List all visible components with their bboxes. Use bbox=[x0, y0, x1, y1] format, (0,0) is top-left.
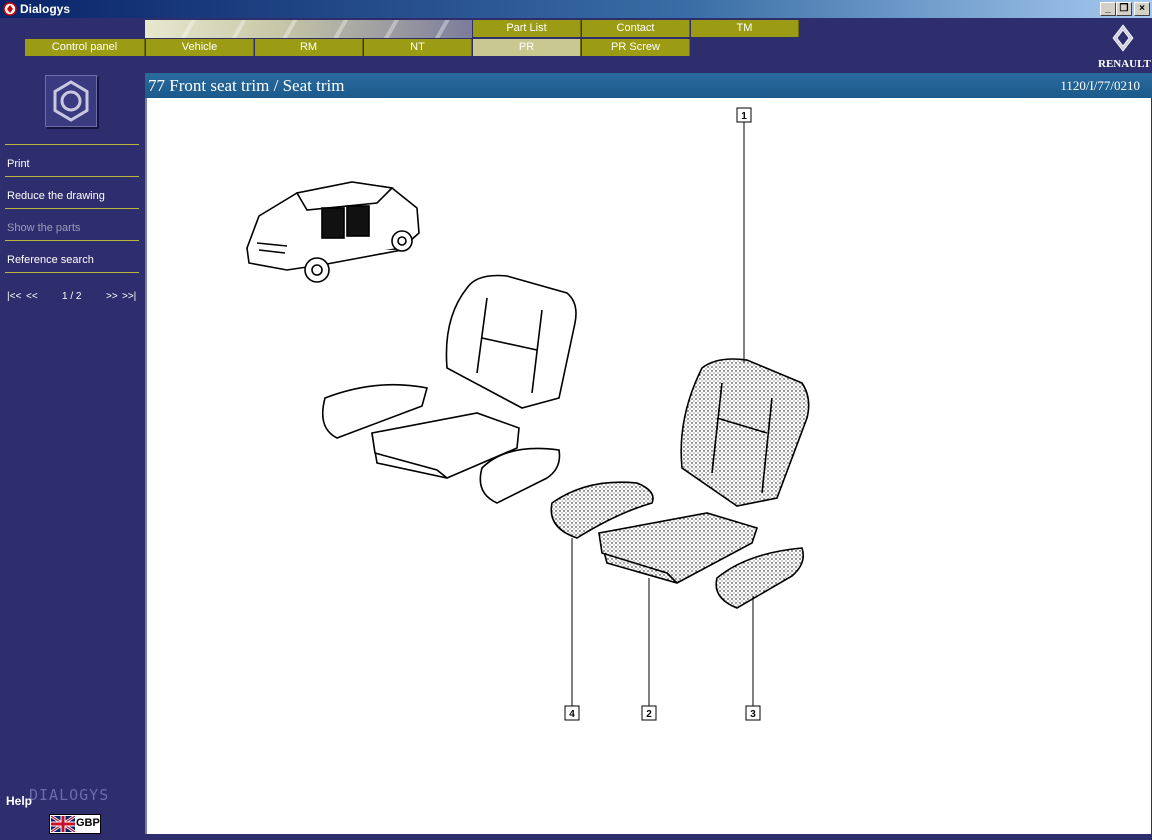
seat-outline-set bbox=[321, 274, 577, 504]
callout-3[interactable]: 3 bbox=[745, 705, 761, 721]
sidebar-item-reference-search[interactable]: Reference search bbox=[7, 254, 94, 266]
sidebar: Print Reduce the drawing Show the parts … bbox=[0, 73, 145, 840]
seat-trim-parts bbox=[550, 358, 810, 609]
callout-3-label: 3 bbox=[750, 709, 756, 720]
close-button[interactable]: × bbox=[1134, 2, 1150, 16]
callout-1[interactable]: 1 bbox=[736, 107, 752, 123]
tab-pr[interactable]: PR bbox=[473, 39, 581, 56]
sidebar-divider bbox=[5, 272, 139, 273]
hex-nut-icon bbox=[53, 80, 89, 122]
drawing-canvas: 1 4 2 3 bbox=[145, 98, 1151, 834]
part-category-tile[interactable] bbox=[45, 75, 97, 127]
callout-4-label: 4 bbox=[569, 709, 575, 720]
renault-wordmark: RENAULT bbox=[1098, 58, 1151, 70]
pager-page: 1 / 2 bbox=[62, 291, 82, 302]
tab-control-panel[interactable]: Control panel bbox=[25, 39, 145, 56]
callout-2-label: 2 bbox=[646, 709, 652, 720]
sidebar-divider bbox=[5, 240, 139, 241]
help-link[interactable]: Help bbox=[6, 794, 32, 808]
currency-selector[interactable]: GBP bbox=[49, 814, 101, 834]
sidebar-divider bbox=[5, 208, 139, 209]
tab-pr-screw[interactable]: PR Screw bbox=[582, 39, 690, 56]
content-header: 77 Front seat trim / Seat trim 1120/I/77… bbox=[145, 73, 1152, 98]
sidebar-divider bbox=[5, 144, 139, 145]
car-thumbnail bbox=[246, 181, 420, 283]
uk-flag-icon bbox=[51, 816, 75, 832]
tab-part-list[interactable]: Part List bbox=[473, 20, 581, 37]
minimize-button[interactable]: _ bbox=[1100, 2, 1116, 16]
tab-tm[interactable]: TM bbox=[691, 20, 799, 37]
seat-trim-exploded-drawing: 1 4 2 3 bbox=[246, 107, 810, 721]
app-icon bbox=[3, 2, 17, 16]
sidebar-item-print[interactable]: Print bbox=[7, 158, 30, 170]
page-title: 77 Front seat trim / Seat trim bbox=[148, 76, 345, 95]
pager-last[interactable]: >>| bbox=[122, 291, 136, 302]
renault-logo: RENAULT bbox=[1098, 22, 1151, 70]
callout-2[interactable]: 2 bbox=[641, 705, 657, 721]
tab-contact[interactable]: Contact bbox=[582, 20, 690, 37]
sidebar-divider bbox=[5, 176, 139, 177]
renault-diamond-icon bbox=[1112, 24, 1134, 52]
callout-1-label: 1 bbox=[741, 111, 747, 122]
window-title-bar: Dialogys _ ❐ × bbox=[0, 0, 1152, 18]
currency-code: GBP bbox=[76, 817, 100, 829]
tab-rm[interactable]: RM bbox=[255, 39, 363, 56]
tab-nt[interactable]: NT bbox=[364, 39, 472, 56]
window-title: Dialogys bbox=[20, 2, 71, 16]
pager-first[interactable]: |<< bbox=[7, 291, 21, 302]
restore-button[interactable]: ❐ bbox=[1116, 2, 1132, 16]
sidebar-item-show-parts: Show the parts bbox=[7, 222, 81, 234]
callout-4[interactable]: 4 bbox=[564, 705, 580, 721]
tab-vehicle[interactable]: Vehicle bbox=[146, 39, 254, 56]
dialogys-watermark: DIALOGYS bbox=[29, 786, 110, 804]
app-header: Part List Contact TM Control panel Vehic… bbox=[0, 18, 1152, 73]
drawing-reference: 1120/I/77/0210 bbox=[1060, 78, 1140, 93]
sidebar-item-reduce-drawing[interactable]: Reduce the drawing bbox=[7, 190, 105, 202]
pager-prev[interactable]: << bbox=[26, 291, 38, 302]
header-decoration-lines bbox=[145, 20, 472, 38]
pager-next[interactable]: >> bbox=[106, 291, 118, 302]
